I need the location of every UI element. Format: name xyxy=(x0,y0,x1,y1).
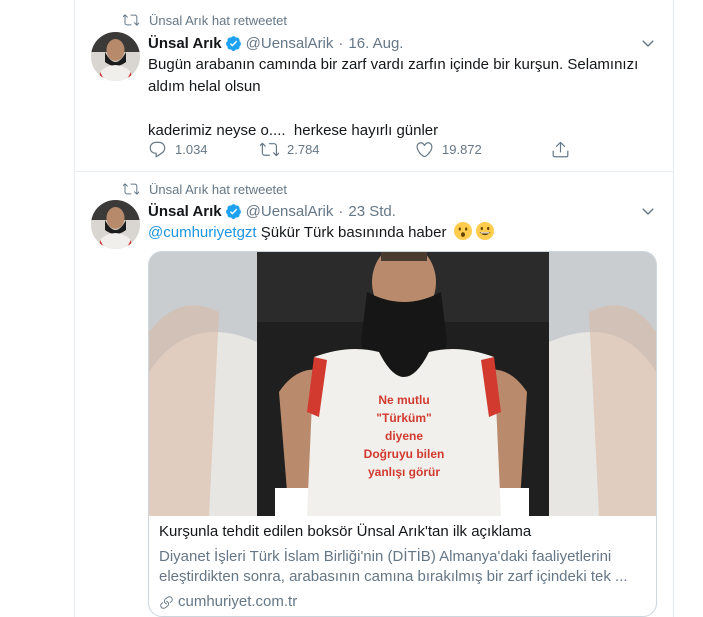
tweet-actions: 1.034 2.784 19.872 xyxy=(148,139,578,159)
hushed-face-emoji xyxy=(453,221,473,241)
grinning-face-emoji xyxy=(475,221,495,241)
avatar[interactable] xyxy=(91,200,140,249)
tweet-text: @cumhuriyetgzt Şükür Türk basınında habe… xyxy=(148,221,663,244)
link-card[interactable]: Ne mutlu "Türküm" diyene Doğruyu bilen y… xyxy=(148,251,657,617)
reply-button[interactable]: 1.034 xyxy=(148,139,208,159)
timestamp[interactable]: 23 Std. xyxy=(348,203,396,220)
share-icon xyxy=(552,141,569,157)
chevron-down-icon[interactable] xyxy=(639,202,657,220)
tweet-text-line: Bugün arabanın camında bir zarf vardı za… xyxy=(148,56,639,73)
card-body: Kurşunla tehdit edilen boksör Ünsal Arık… xyxy=(159,522,649,612)
reply-count: 1.034 xyxy=(175,141,208,157)
user-handle[interactable]: @UensalArik xyxy=(246,35,334,52)
reply-icon xyxy=(149,141,166,157)
card-image[interactable]: Ne mutlu "Türküm" diyene Doğruyu bilen y… xyxy=(149,252,656,516)
verified-badge-icon xyxy=(225,203,242,220)
user-handle[interactable]: @UensalArik xyxy=(246,203,334,220)
link-icon xyxy=(160,595,173,609)
chevron-down-icon[interactable] xyxy=(639,34,657,52)
like-button[interactable]: 19.872 xyxy=(415,139,482,159)
retweet-icon xyxy=(123,12,139,28)
card-description-line: Diyanet İşleri Türk İslam Birliği'nin (D… xyxy=(159,548,612,565)
share-button[interactable] xyxy=(551,139,578,159)
shirt-text: Doğruyu bilen xyxy=(364,447,445,461)
mention-link[interactable]: @cumhuriyetgzt xyxy=(148,224,257,241)
shirt-text: "Türküm" xyxy=(376,411,431,425)
verified-badge-icon xyxy=(225,35,242,52)
retweet-icon xyxy=(123,181,139,197)
retweet-context: Ünsal Arık hat retweetet xyxy=(123,11,287,29)
retweet-count: 2.784 xyxy=(287,141,320,157)
shirt-text: diyene xyxy=(385,429,423,443)
tweet-text-body: Şükür Türk basınında haber xyxy=(256,224,451,241)
shirt-text: yanlışı görür xyxy=(368,465,440,479)
tweet[interactable]: Ünsal Arık hat retweetet Ünsal Arık @Uen… xyxy=(75,0,673,172)
tweet-header: Ünsal Arık @UensalArik · 23 Std. xyxy=(148,200,396,222)
timeline: Ünsal Arık hat retweetet Ünsal Arık @Uen… xyxy=(74,0,674,617)
separator-dot: · xyxy=(338,34,344,52)
like-count: 19.872 xyxy=(442,141,482,157)
avatar[interactable] xyxy=(91,32,140,81)
tweet-text: Bugün arabanın camında bir zarf vardı za… xyxy=(148,54,663,142)
retweet-icon xyxy=(260,142,279,156)
retweet-button[interactable]: 2.784 xyxy=(260,139,320,159)
retweet-label[interactable]: Ünsal Arık hat retweetet xyxy=(149,13,287,28)
tweet-header: Ünsal Arık @UensalArik · 16. Aug. xyxy=(148,32,403,54)
card-domain-text[interactable]: cumhuriyet.com.tr xyxy=(178,592,297,612)
shirt-text: Ne mutlu xyxy=(378,393,429,407)
tweet[interactable]: Ünsal Arık hat retweetet Ünsal Arık @Uen… xyxy=(75,172,673,617)
card-description: Diyanet İşleri Türk İslam Birliği'nin (D… xyxy=(159,547,649,587)
like-icon xyxy=(416,141,433,157)
display-name[interactable]: Ünsal Arık xyxy=(148,35,222,52)
card-description-line: eleştirdikten sonra, arabasının camına b… xyxy=(159,568,628,585)
retweet-label[interactable]: Ünsal Arık hat retweetet xyxy=(149,182,287,197)
separator-dot: · xyxy=(338,202,344,220)
display-name[interactable]: Ünsal Arık xyxy=(148,203,222,220)
timestamp[interactable]: 16. Aug. xyxy=(348,35,403,52)
card-title[interactable]: Kurşunla tehdit edilen boksör Ünsal Arık… xyxy=(159,522,649,542)
retweet-context: Ünsal Arık hat retweetet xyxy=(123,180,287,198)
card-domain[interactable]: cumhuriyet.com.tr xyxy=(159,592,649,612)
tweet-text-line: aldım helal olsun xyxy=(148,78,261,95)
